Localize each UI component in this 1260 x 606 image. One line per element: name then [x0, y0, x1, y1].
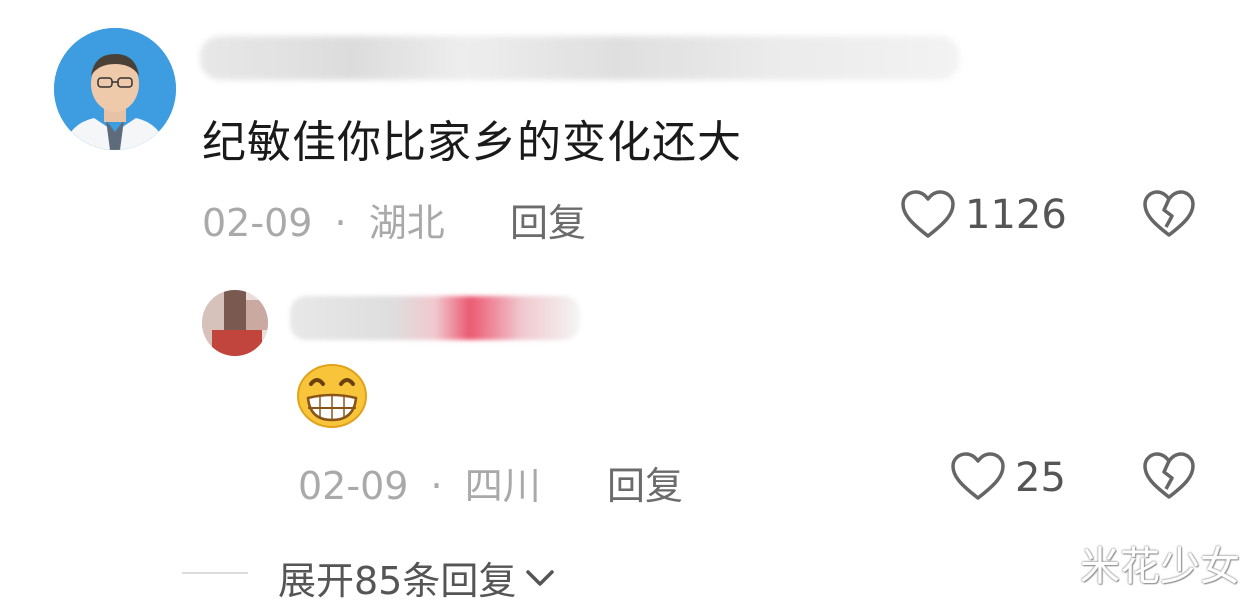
comment-text: 纪敏佳你比家乡的变化还大: [202, 117, 742, 168]
username-blurred[interactable]: [200, 36, 960, 80]
divider: [182, 572, 248, 574]
reply-username-blurred[interactable]: [290, 296, 580, 340]
reply-location: 四川: [464, 464, 541, 508]
reply-like-icon[interactable]: [950, 452, 1006, 502]
avatar[interactable]: [54, 28, 176, 150]
avatar-photo: [54, 28, 176, 150]
reply-dislike-icon[interactable]: [1142, 452, 1196, 500]
meta-separator: ·: [334, 201, 347, 245]
comment-date: 02-09: [202, 201, 313, 245]
dislike-icon[interactable]: [1142, 190, 1196, 238]
reply-meta: 02-09 · 四川: [298, 455, 541, 510]
reply-avatar[interactable]: [202, 290, 268, 356]
reply-avatar-photo: [202, 290, 268, 356]
meta-separator: ·: [430, 464, 443, 508]
like-icon[interactable]: [900, 190, 956, 240]
expand-replies-button[interactable]: 展开85条回复: [278, 550, 556, 605]
reply-like-count: 25: [1015, 455, 1066, 501]
reply-button[interactable]: 回复: [510, 192, 586, 247]
like-count: 1126: [965, 192, 1067, 238]
reply-to-reply-button[interactable]: 回复: [607, 455, 683, 510]
chevron-down-icon: [524, 566, 556, 590]
comment-meta: 02-09 · 湖北: [202, 192, 445, 247]
expand-replies-label: 展开85条回复: [278, 559, 517, 603]
comment-location: 湖北: [368, 201, 445, 245]
watermark: 米花少女: [1080, 544, 1240, 590]
grin-emoji-icon: [296, 362, 368, 428]
reply-date: 02-09: [298, 464, 409, 508]
